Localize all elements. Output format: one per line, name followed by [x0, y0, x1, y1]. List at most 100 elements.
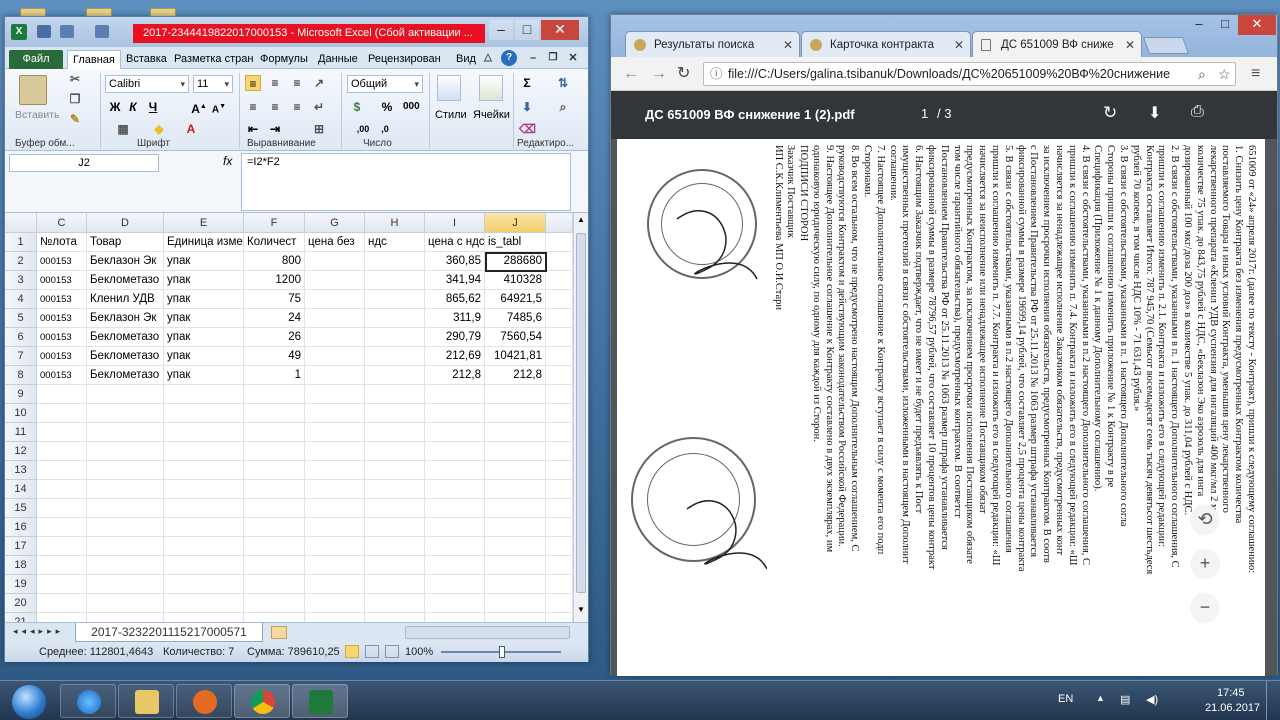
cell[interactable] [164, 423, 244, 442]
pdf-viewer[interactable]: 651009 от «24» апреля 2017г. (далее по т… [611, 139, 1277, 676]
taskbar-excel[interactable] [292, 684, 348, 718]
browser-tab-search-results[interactable]: Результаты поиска ✕ [625, 31, 800, 58]
decrease-indent-icon[interactable]: ⇤ [245, 121, 261, 137]
number-format-combo[interactable]: Общий [347, 75, 423, 93]
cell[interactable] [546, 252, 573, 271]
cell[interactable] [546, 385, 573, 404]
cell[interactable]: 800 [244, 252, 305, 271]
clear-icon[interactable]: ⌫ [519, 121, 536, 137]
cell[interactable] [305, 366, 365, 385]
window-minimize-icon[interactable]: – [525, 50, 541, 66]
copy-icon[interactable]: ❐ [67, 91, 83, 107]
back-icon[interactable]: ← [623, 66, 639, 82]
cell[interactable] [425, 594, 485, 613]
tab-home[interactable]: Главная [67, 50, 121, 69]
window-restore-icon[interactable]: ❐ [545, 50, 561, 66]
clock-date[interactable]: 21.06.2017 [1205, 702, 1260, 714]
cell[interactable] [305, 556, 365, 575]
cell[interactable] [164, 537, 244, 556]
cell[interactable] [485, 575, 546, 594]
tab-page-layout[interactable]: Разметка стран [169, 50, 258, 69]
window-close-icon[interactable]: ✕ [565, 50, 581, 66]
cell[interactable] [87, 461, 164, 480]
increase-indent-icon[interactable]: ⇥ [267, 121, 283, 137]
cell[interactable] [37, 404, 87, 423]
cell[interactable] [305, 423, 365, 442]
cell[interactable] [244, 385, 305, 404]
column-header[interactable]: J [485, 213, 546, 233]
cell[interactable] [164, 480, 244, 499]
fit-page-icon[interactable]: ⟲ [1190, 505, 1220, 535]
cell[interactable] [305, 385, 365, 404]
cell[interactable] [305, 518, 365, 537]
page-current[interactable]: 1 [921, 106, 928, 121]
formula-input[interactable]: =I2*F2 [241, 153, 571, 211]
cell[interactable] [425, 575, 485, 594]
borders-icon[interactable]: ▦ [115, 121, 131, 137]
cell[interactable] [485, 518, 546, 537]
page-break-icon[interactable] [385, 645, 399, 658]
tab-insert[interactable]: Вставка [121, 50, 172, 69]
cell[interactable] [365, 252, 425, 271]
cell[interactable]: упак [164, 309, 244, 328]
cell[interactable] [37, 385, 87, 404]
close-tab-icon[interactable]: ✕ [783, 32, 793, 58]
redo-icon[interactable] [95, 25, 109, 38]
scroll-up-icon[interactable]: ▲ [576, 215, 586, 229]
cell[interactable] [305, 404, 365, 423]
excel-title-bar[interactable]: X 2017-2344419822017000153 - Microsoft E… [5, 17, 588, 47]
cell[interactable]: упак [164, 328, 244, 347]
cell[interactable] [87, 480, 164, 499]
cell[interactable]: 212,69 [425, 347, 485, 366]
cell[interactable] [87, 385, 164, 404]
cell[interactable] [485, 480, 546, 499]
underline-icon[interactable]: Ч [145, 99, 161, 115]
fill-icon[interactable]: ⬇ [519, 99, 535, 115]
cell[interactable]: 000153 [37, 309, 87, 328]
cell[interactable] [485, 385, 546, 404]
align-top-icon[interactable]: ≡ [245, 75, 261, 91]
excel-app-icon[interactable]: X [11, 24, 27, 40]
cell[interactable]: Беклазон Эк [87, 252, 164, 271]
cell[interactable]: 000153 [37, 366, 87, 385]
cell[interactable] [365, 461, 425, 480]
cell[interactable] [244, 575, 305, 594]
bold-icon[interactable]: Ж [107, 99, 123, 115]
cell[interactable] [305, 347, 365, 366]
cell[interactable] [244, 594, 305, 613]
row-header[interactable]: 11 [5, 423, 37, 442]
cell[interactable]: упак [164, 252, 244, 271]
undo-icon[interactable] [60, 25, 74, 38]
column-header[interactable]: H [365, 213, 425, 233]
row-header[interactable]: 15 [5, 499, 37, 518]
cell[interactable] [365, 442, 425, 461]
row-header[interactable]: 19 [5, 575, 37, 594]
cell[interactable] [37, 423, 87, 442]
cell[interactable]: 000153 [37, 252, 87, 271]
cell[interactable] [244, 499, 305, 518]
network-icon[interactable]: ▤ [1120, 693, 1130, 706]
cell[interactable] [305, 613, 365, 622]
cell[interactable]: 1 [244, 366, 305, 385]
cell[interactable] [87, 499, 164, 518]
insert-sheet-icon[interactable] [271, 626, 287, 639]
cell[interactable]: 865,62 [425, 290, 485, 309]
show-desktop-button[interactable] [1266, 681, 1280, 720]
cell[interactable] [87, 594, 164, 613]
row-header[interactable]: 9 [5, 385, 37, 404]
zoom-slider-thumb[interactable] [499, 646, 505, 658]
cell[interactable]: 7485,6 [485, 309, 546, 328]
cell[interactable] [425, 518, 485, 537]
row-header[interactable]: 2 [5, 252, 37, 271]
align-center-icon[interactable]: ≡ [267, 99, 283, 115]
thousands-icon[interactable]: 000 [403, 99, 420, 115]
column-header[interactable]: F [244, 213, 305, 233]
row-header[interactable]: 6 [5, 328, 37, 347]
font-color-icon[interactable]: A [183, 121, 199, 137]
reload-icon[interactable]: ↻ [677, 66, 690, 82]
cell[interactable] [485, 461, 546, 480]
cell[interactable] [546, 499, 573, 518]
column-header[interactable]: E [164, 213, 244, 233]
cell[interactable] [365, 347, 425, 366]
zoom-in-icon[interactable]: + [1190, 549, 1220, 579]
